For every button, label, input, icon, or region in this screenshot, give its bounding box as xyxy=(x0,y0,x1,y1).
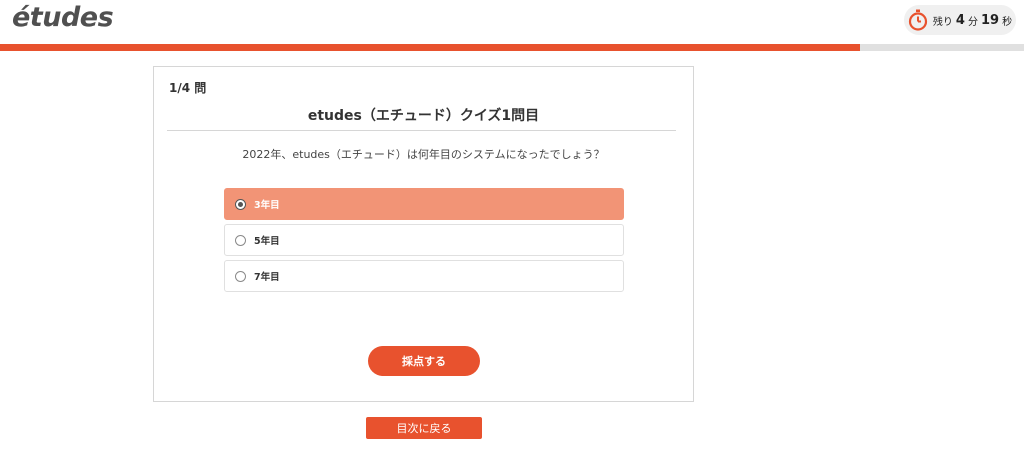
question-text: 2022年、etudes（エチュード）は何年目のシステムになったでしょう？ xyxy=(242,148,605,161)
radio-button[interactable] xyxy=(235,198,246,210)
progress-bar xyxy=(0,44,1024,51)
back-to-index-button[interactable]: 目次に戻る xyxy=(366,417,482,439)
header: étude​s 残り 4 分 19 秒 xyxy=(0,0,1024,44)
answer-option-label: 5年目 xyxy=(254,236,280,247)
radio-button[interactable] xyxy=(235,234,246,246)
answer-option-label: 7年目 xyxy=(254,272,280,283)
answer-option-label: 3年目 xyxy=(254,200,280,211)
timer: 残り 4 分 19 秒 xyxy=(904,5,1016,35)
radio-button[interactable] xyxy=(235,270,246,282)
submit-button[interactable]: 採点する xyxy=(368,346,480,376)
timer-minutes-unit: 分 xyxy=(967,16,978,28)
timer-prefix: 残り xyxy=(932,16,953,28)
question-count: 1/4 問 xyxy=(169,81,207,95)
timer-minutes: 4 xyxy=(955,12,965,28)
stopwatch-icon xyxy=(908,9,928,31)
answer-option-1[interactable]: 3年目 xyxy=(224,188,624,220)
quiz-title: etudes（エチュード）クイズ1問目 xyxy=(307,108,540,124)
divider xyxy=(167,130,676,131)
progress-bar-fill xyxy=(0,44,861,51)
answer-option-2[interactable]: 5年目 xyxy=(224,224,624,256)
quiz-card: 1/4 問 etudes（エチュード）クイズ1問目 2022年、etudes（エ… xyxy=(153,66,694,402)
answer-option-3[interactable]: 7年目 xyxy=(224,260,624,292)
logo[interactable]: étude​s xyxy=(12,2,114,33)
timer-seconds-unit: 秒 xyxy=(1002,16,1013,28)
timer-seconds: 19 xyxy=(980,12,1000,28)
